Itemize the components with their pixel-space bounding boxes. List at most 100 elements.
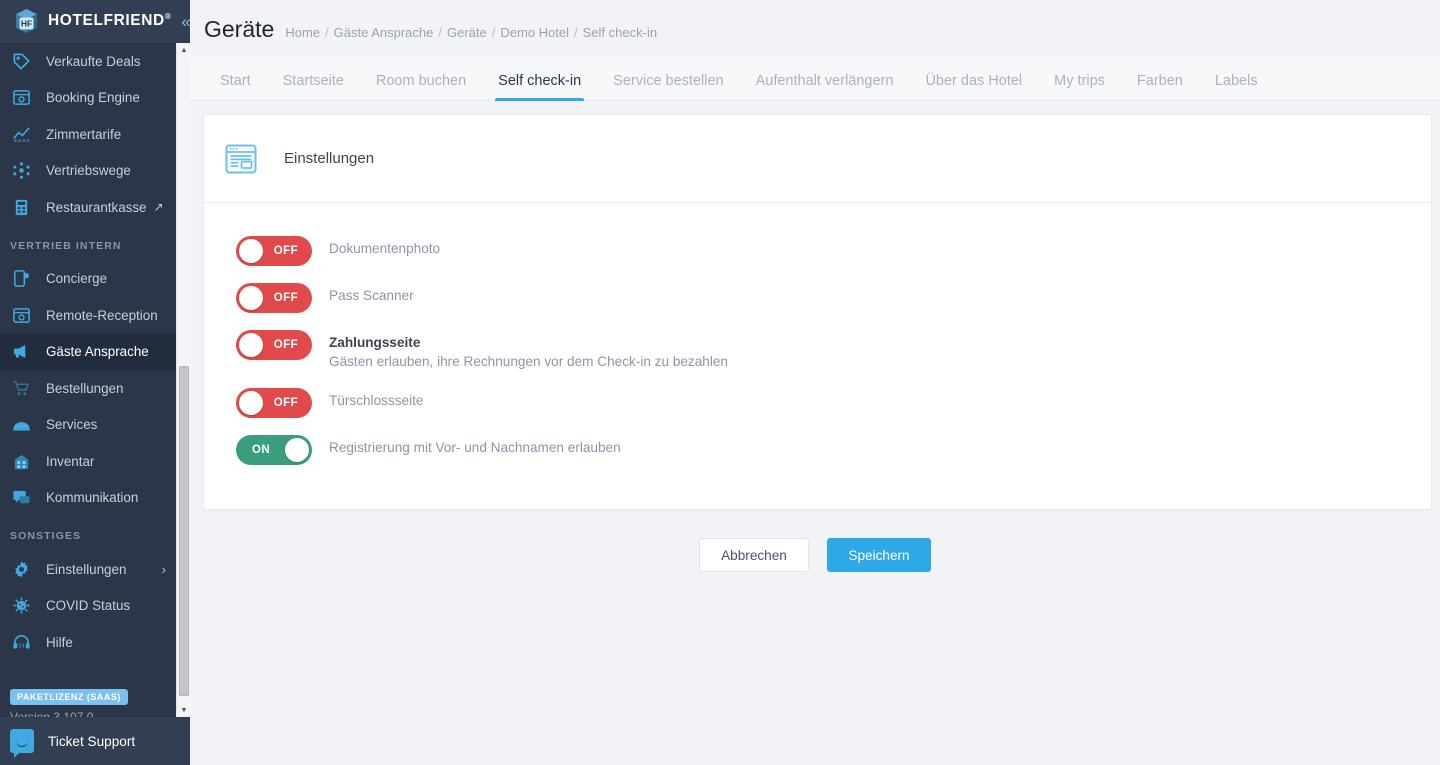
breadcrumb-separator: /: [491, 25, 496, 40]
sidebar-item-label: Restaurantkasse: [46, 199, 147, 215]
toggle-zahlungsseite[interactable]: OFF: [236, 330, 312, 360]
sidebar-item-vertriebswege[interactable]: Vertriebswege: [0, 153, 190, 190]
sidebar-item-label: Verkaufte Deals: [46, 53, 141, 69]
brand-registered-mark: ®: [164, 12, 172, 22]
sidebar-item-label: Concierge: [46, 271, 108, 287]
sidebar-item-hilfe[interactable]: 24 Hilfe: [0, 624, 190, 661]
setting-row-pass-scanner: OFF Pass Scanner: [204, 283, 1431, 313]
sidebar-item-label: Zimmertarife: [46, 126, 122, 142]
collapse-sidebar-icon[interactable]: «: [181, 13, 191, 30]
hotelfriend-cube-logo-icon: HF: [14, 8, 39, 35]
settings-card-header: Einstellungen: [204, 115, 1431, 203]
svg-text:24: 24: [18, 643, 24, 649]
toggle-knob: [239, 239, 263, 263]
setting-text: Dokumentenphoto: [329, 236, 440, 258]
sidebar-item-label: Hilfe: [46, 634, 73, 650]
toggle-knob: [239, 391, 263, 416]
sidebar-item-label: COVID Status: [46, 598, 131, 614]
breadcrumb-separator: /: [574, 25, 578, 40]
breadcrumb-item[interactable]: Gäste Ansprache: [334, 25, 434, 40]
brand-name: HOTELFRIEND®: [48, 12, 172, 30]
sidebar-scroll-area[interactable]: Verkaufte Deals Booking Engine Zimmertar…: [0, 43, 190, 717]
sidebar-item-inventar[interactable]: Inventar: [0, 443, 190, 480]
tab-startseite[interactable]: Startseite: [267, 73, 360, 101]
toggle-knob: [239, 286, 263, 310]
sidebar-item-bestellungen[interactable]: Bestellungen: [0, 370, 190, 407]
tab-my-trips[interactable]: My trips: [1038, 73, 1121, 101]
toggle-dokumentenphoto[interactable]: OFF: [236, 236, 312, 266]
toggle-registrierung[interactable]: ON: [236, 435, 312, 466]
setting-label: Pass Scanner: [329, 288, 414, 303]
sidebar-item-services[interactable]: Services: [0, 407, 190, 444]
brand-header[interactable]: HF HOTELFRIEND® «: [0, 0, 191, 43]
chat-bubbles-icon: [10, 487, 32, 509]
toggle-knob: [285, 438, 309, 463]
sidebar-item-restaurantkasse[interactable]: Restaurantkasse ↗: [0, 189, 190, 226]
breadcrumb-item[interactable]: Home: [285, 25, 320, 40]
tab-room-buchen[interactable]: Room buchen: [360, 73, 482, 101]
sidebar-item-einstellungen[interactable]: Einstellungen ›: [0, 551, 190, 588]
version-label: Version 3.107.0: [10, 709, 94, 718]
ticket-support-label: Ticket Support: [48, 733, 136, 749]
breadcrumb-item[interactable]: Demo Hotel: [500, 25, 569, 40]
sidebar-item-verkaufte-deals[interactable]: Verkaufte Deals: [0, 43, 190, 80]
cancel-button[interactable]: Abbrechen: [699, 538, 809, 573]
sidebar-section-sonstiges: SONSTIGES: [10, 530, 82, 542]
settings-page-layout-icon: [223, 141, 259, 177]
tab-ueber-das-hotel[interactable]: Über das Hotel: [909, 73, 1038, 101]
settings-card: Einstellungen OFF Dokumentenphoto OFF Pa…: [203, 114, 1432, 511]
toggle-tuerschlossseite[interactable]: OFF: [236, 388, 312, 419]
sidebar-item-label: Gäste Ansprache: [46, 344, 149, 360]
tab-labels[interactable]: Labels: [1199, 73, 1274, 101]
sidebar-scrollbar[interactable]: ▲ ▼: [176, 43, 190, 717]
sidebar-item-zimmertarife[interactable]: Zimmertarife: [0, 116, 190, 153]
booking-window-icon: [10, 87, 32, 109]
setting-label: Dokumentenphoto: [329, 241, 441, 256]
sidebar-item-concierge[interactable]: Concierge: [0, 261, 190, 298]
setting-row-zahlungsseite: OFF Zahlungsseite Gästen erlauben, ihre …: [204, 330, 1431, 371]
breadcrumb-item[interactable]: Geräte: [447, 25, 487, 40]
sidebar-section-vertrieb-intern: VERTRIEB INTERN: [10, 239, 122, 252]
breadcrumb-item-current: Self check-in: [582, 25, 658, 40]
breadcrumb-separator: /: [325, 25, 329, 40]
setting-row-tuerschlossseite: OFF Türschlossseite: [204, 388, 1431, 419]
sidebar-item-kommunikation[interactable]: Kommunikation: [0, 480, 190, 517]
room-service-dome-icon: [10, 414, 32, 436]
scroll-up-arrow-icon[interactable]: ▲: [177, 43, 191, 57]
ticket-support-button[interactable]: Ticket Support: [0, 717, 190, 765]
tab-service-bestellen[interactable]: Service bestellen: [597, 73, 739, 101]
settings-list: OFF Dokumentenphoto OFF Pass Scanner OFF…: [204, 203, 1431, 509]
toggle-knob: [239, 333, 263, 357]
sidebar-item-label: Remote-Reception: [46, 307, 158, 323]
sidebar-item-remote-reception[interactable]: Remote-Reception: [0, 297, 190, 334]
tab-self-check-in[interactable]: Self check-in: [482, 73, 597, 101]
sidebar: HF HOTELFRIEND® « Verkaufte Deals Bookin…: [0, 0, 191, 765]
sidebar-item-booking-engine[interactable]: Booking Engine: [0, 80, 190, 117]
gear-icon: [10, 558, 32, 580]
app-root: HF HOTELFRIEND® « Verkaufte Deals Bookin…: [0, 0, 1440, 765]
chat-support-icon: [10, 729, 34, 758]
tag-icon: [10, 50, 32, 72]
save-button[interactable]: Speichern: [827, 538, 931, 573]
setting-row-dokumentenphoto: OFF Dokumentenphoto: [204, 236, 1431, 266]
headset-icon: 24: [10, 631, 32, 653]
tab-farben[interactable]: Farben: [1121, 73, 1199, 101]
main-content: Geräte Home / Gäste Ansprache / Geräte /…: [190, 0, 1440, 765]
chart-up-icon: [10, 123, 32, 145]
chevron-right-icon: ›: [161, 561, 166, 577]
tab-aufenthalt-verlaengern[interactable]: Aufenthalt verlängern: [740, 73, 910, 101]
sidebar-item-covid-status[interactable]: COVID Status: [0, 588, 190, 625]
toggle-state-label: OFF: [273, 245, 298, 257]
toggle-pass-scanner[interactable]: OFF: [236, 283, 312, 313]
shopping-cart-icon: [10, 377, 32, 399]
breadcrumb-separator: /: [438, 25, 442, 40]
scrollbar-thumb[interactable]: [179, 366, 189, 696]
license-badge-wrap: PAKETLIZENZ (SAAS): [0, 661, 190, 705]
setting-text: Zahlungsseite Gästen erlauben, ihre Rech…: [329, 330, 728, 371]
virus-icon: [10, 595, 32, 617]
setting-text: Türschlossseite: [329, 388, 423, 410]
sidebar-item-gaeste-ansprache[interactable]: Gäste Ansprache: [0, 333, 190, 370]
scroll-down-arrow-icon[interactable]: ▼: [177, 703, 191, 717]
tab-start[interactable]: Start: [204, 73, 267, 101]
page-title: Geräte: [204, 16, 275, 42]
